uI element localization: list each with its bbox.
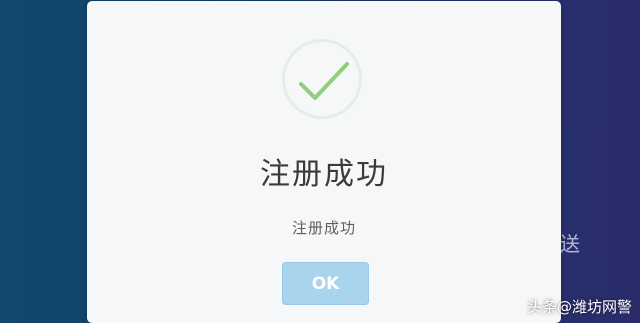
success-icon-ring xyxy=(282,39,362,119)
success-dialog: 注册成功 注册成功 OK xyxy=(87,1,561,323)
watermark: 头条@潍坊网警 xyxy=(526,298,632,316)
dialog-title: 注册成功 xyxy=(260,157,388,192)
dialog-message: 注册成功 xyxy=(291,219,356,237)
background-partial-text: 送 xyxy=(560,232,580,256)
check-icon xyxy=(299,62,349,100)
page-backdrop: 送 注册成功 注册成功 OK 头条@潍坊网警 xyxy=(0,0,640,323)
ok-button[interactable]: OK xyxy=(282,262,369,305)
